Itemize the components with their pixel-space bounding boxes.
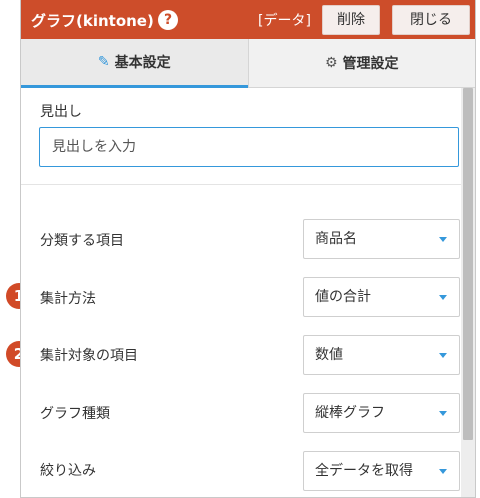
tab-bar: ✎ 基本設定 ⚙ 管理設定 xyxy=(21,39,475,88)
chart-type-label: グラフ種類 xyxy=(40,406,110,422)
tab-admin-settings-label: 管理設定 xyxy=(342,56,399,72)
filter-select[interactable]: 全データを取得 xyxy=(303,451,460,491)
filter-label: 絞り込み xyxy=(40,463,96,479)
panel-title: グラフ(kintone) xyxy=(31,12,154,30)
panel-header: グラフ(kintone) ? [データ] 削除 閉じる xyxy=(21,0,475,39)
chevron-down-icon xyxy=(439,411,447,416)
category-field-value: 商品名 xyxy=(315,231,357,247)
tab-admin-settings[interactable]: ⚙ 管理設定 xyxy=(247,39,475,88)
chevron-down-icon xyxy=(439,295,447,300)
aggregation-method-label: 集計方法 xyxy=(40,291,96,307)
chevron-down-icon xyxy=(439,353,447,358)
pencil-square-icon: ✎ xyxy=(97,54,110,70)
aggregation-target-value: 数値 xyxy=(315,347,343,363)
aggregation-target-label: 集計対象の項目 xyxy=(40,348,138,364)
chevron-down-icon xyxy=(439,237,447,242)
chart-type-select[interactable]: 縦棒グラフ xyxy=(303,393,460,433)
settings-panel: グラフ(kintone) ? [データ] 削除 閉じる ✎ 基本設定 ⚙ 管理設… xyxy=(20,0,476,498)
category-field-select[interactable]: 商品名 xyxy=(303,219,460,259)
scrollbar-thumb[interactable] xyxy=(463,88,473,440)
chevron-down-icon xyxy=(439,469,447,474)
tab-basic-settings-label: 基本設定 xyxy=(114,55,171,71)
chart-type-value: 縦棒グラフ xyxy=(315,405,385,421)
filter-value: 全データを取得 xyxy=(315,463,413,479)
category-field-label: 分類する項目 xyxy=(40,233,124,249)
gear-icon: ⚙ xyxy=(324,55,338,71)
aggregation-target-select[interactable]: 数値 xyxy=(303,335,460,375)
close-button[interactable]: 閉じる xyxy=(392,5,470,35)
help-icon[interactable]: ? xyxy=(158,10,178,30)
aggregation-method-select[interactable]: 値の合計 xyxy=(303,277,460,317)
heading-input[interactable] xyxy=(39,127,459,167)
data-type-label: [データ] xyxy=(258,13,311,29)
aggregation-method-value: 値の合計 xyxy=(315,289,371,305)
settings-form: 見出し 分類する項目 商品名 集計方法 値の合計 集計対象の項目 数値 グラフ種… xyxy=(21,88,463,497)
delete-button[interactable]: 削除 xyxy=(322,5,380,35)
heading-label: 見出し xyxy=(40,104,82,120)
vertical-scrollbar[interactable] xyxy=(461,88,475,497)
divider xyxy=(21,184,463,185)
tab-basic-settings[interactable]: ✎ 基本設定 xyxy=(21,39,248,88)
